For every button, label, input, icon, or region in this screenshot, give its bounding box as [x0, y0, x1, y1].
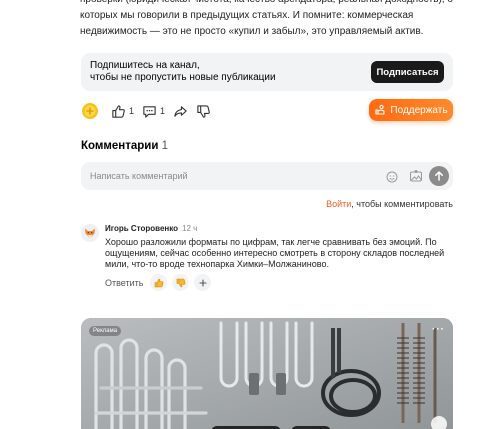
login-prompt-text: , чтобы комментировать	[351, 199, 453, 209]
fox-avatar-icon	[85, 228, 95, 238]
comment-dislike-button[interactable]	[172, 274, 190, 291]
comments-title: Комментарии 1	[81, 140, 168, 152]
comment-like-button[interactable]	[150, 274, 168, 291]
support-label: Поддержать	[390, 104, 448, 116]
ad-image	[81, 318, 453, 429]
coin-button[interactable]	[81, 101, 99, 121]
ad-banner[interactable]: Реклама ···	[81, 318, 453, 429]
like-emoji-icon	[154, 278, 164, 287]
plus-icon	[199, 278, 207, 287]
comment-placeholder: Написать комментарий	[90, 171, 188, 181]
article-line: недвижимость — это не просто «купил и за…	[80, 26, 424, 37]
ad-badge: Реклама	[89, 326, 122, 336]
comment-actions: Ответить	[105, 274, 212, 291]
share-button[interactable]	[173, 101, 188, 121]
support-button[interactable]: Поддержать	[369, 99, 453, 121]
login-link[interactable]: Войти	[326, 199, 351, 209]
login-prompt: Войти, чтобы комментировать	[326, 199, 453, 209]
ad-scroll-button[interactable]	[431, 416, 447, 429]
comment-author-name: Игорь Сторовенко	[105, 224, 179, 233]
support-icon	[375, 104, 385, 115]
comments-count: 1	[161, 140, 169, 152]
comment-author[interactable]: Игорь Сторовенко 12 ч	[105, 224, 197, 233]
send-button[interactable]	[429, 166, 449, 186]
subscribe-line: чтобы не пропустить новые публикации	[90, 72, 276, 83]
share-icon	[174, 105, 187, 117]
like-count: 1	[129, 106, 135, 116]
comment-icon	[143, 105, 156, 118]
comment-line: Хорошо разложили форматы по цифрам, так …	[105, 237, 437, 247]
comment-button[interactable]: 1	[142, 101, 165, 121]
comments-title-text: Комментарии	[81, 140, 159, 152]
reply-button[interactable]: Ответить	[105, 278, 143, 288]
comment-input[interactable]: Написать комментарий	[81, 162, 453, 190]
dislike-button[interactable]	[196, 101, 211, 121]
comment-line: ощущениям, сейчас особенно интересно смо…	[105, 248, 445, 258]
subscribe-text: Подпишитесь на канал, чтобы не пропустит…	[90, 60, 276, 84]
send-arrow-icon	[435, 171, 443, 181]
image-icon[interactable]	[409, 169, 423, 188]
add-reaction-button[interactable]	[194, 274, 212, 291]
subscribe-card: Подпишитесь на канал, чтобы не пропустит…	[81, 53, 453, 91]
ad-menu-button[interactable]: ···	[432, 324, 445, 335]
subscribe-line: Подпишитесь на канал,	[90, 60, 200, 71]
comment-line: мили, что-то вроде технопарка Химки–Молж…	[105, 259, 329, 269]
gold-coin-icon	[82, 103, 98, 119]
article-line: проверки (юридическая чистота, качество …	[80, 0, 455, 8]
subscribe-button[interactable]: Подписаться	[371, 61, 444, 83]
article-line: которых мы говорили в предыдущих статьях…	[80, 10, 414, 21]
emoji-icon[interactable]	[386, 170, 398, 188]
article-text: проверки (юридическая чистота, качество …	[80, 0, 455, 40]
comment-count: 1	[160, 106, 166, 116]
dislike-emoji-icon	[176, 278, 186, 287]
comment-text: Хорошо разложили форматы по цифрам, так …	[105, 237, 450, 270]
thumbs-up-icon	[112, 104, 125, 118]
avatar[interactable]	[81, 224, 99, 242]
comment-time: 12 ч	[182, 224, 198, 233]
thumbs-down-icon	[197, 104, 210, 118]
like-button[interactable]: 1	[111, 101, 134, 121]
article-actions: 1 1 Поддержать	[81, 99, 453, 123]
